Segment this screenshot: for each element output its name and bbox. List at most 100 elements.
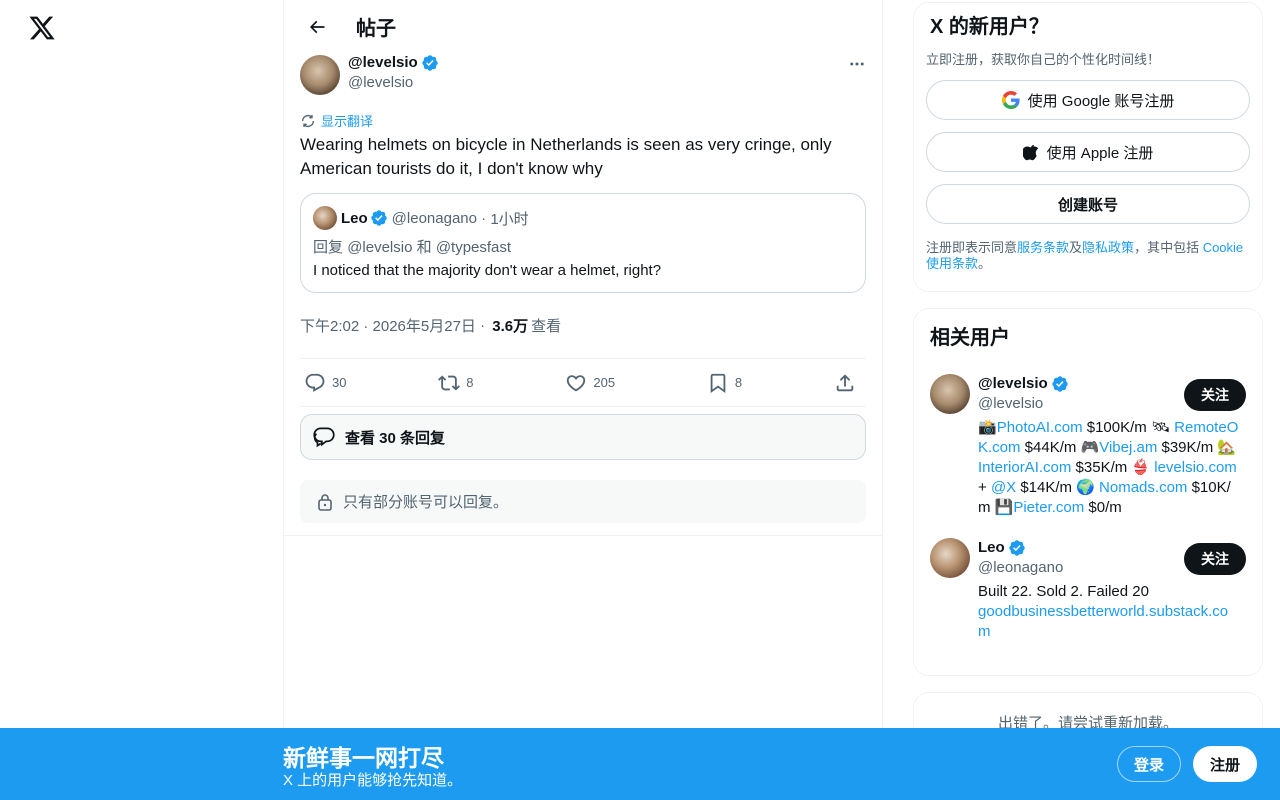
apple-signup-label: 使用 Apple 注册 (1046, 144, 1154, 162)
like-count: 205 (593, 375, 616, 390)
related-user-bio: Built 22. Sold 2. Failed 20 goodbusiness… (978, 582, 1240, 642)
reply-to-typesfast: @typesfast (435, 239, 512, 256)
bio-text: $39K/m 🏡 (1157, 439, 1237, 456)
signup-card: X 的新用户？ 立即注册，获取你自己的个性化时间线！ 使用 Google 账号注… (913, 2, 1263, 292)
related-user-bio: 📸PhotoAI.com $100K/m 🛰 RemoteOK.com $44K… (978, 418, 1240, 518)
bio-link[interactable]: levelsio.com (1154, 459, 1237, 476)
reply-count: 30 (332, 375, 347, 390)
create-account-label: 创建账号 (1057, 196, 1118, 214)
quote-text: I noticed that the majority don't wear a… (313, 262, 662, 279)
restricted-label: 只有部分账号可以回复。 (343, 494, 509, 511)
left-rail (0, 0, 284, 800)
repost-icon (438, 375, 461, 390)
apple-signup-button[interactable]: 使用 Apple 注册 (926, 132, 1250, 172)
x-logo-icon[interactable] (28, 14, 56, 42)
quote-avatar (313, 206, 337, 230)
related-user-bio-link[interactable]: goodbusinessbetterworld.substack.com (978, 603, 1228, 640)
divider (284, 535, 882, 536)
related-user-name-text: @levelsio (978, 375, 1048, 392)
quoted-tweet[interactable]: Leo @leonagano · 1小时 回复 @levelsio 和 @typ… (300, 193, 866, 293)
arrow-left-icon (309, 20, 325, 33)
privacy-policy-link[interactable]: 隐私政策 (1082, 240, 1134, 255)
bio-text: $35K/m 👙 (1071, 459, 1155, 476)
register-button[interactable]: 注册 (1193, 746, 1257, 782)
bio-link[interactable]: @X (991, 479, 1016, 496)
reply-to-levelsio: @levelsio (347, 239, 413, 256)
avatar[interactable] (930, 374, 970, 414)
google-icon (1001, 91, 1020, 109)
terms-end: 。 (978, 256, 992, 271)
verified-badge-icon (421, 55, 438, 71)
repost-count: 8 (466, 375, 474, 390)
avatar[interactable] (930, 538, 970, 578)
terms-mid: ，其中包括 (1134, 240, 1203, 255)
bio-text: $44K/m 🎮 (1020, 439, 1100, 456)
author-name[interactable]: @levelsio (348, 53, 439, 73)
reply-restriction-notice: 只有部分账号可以回复。 (300, 480, 866, 523)
translate-link[interactable]: 显示翻译 (300, 111, 866, 130)
quote-time: 1小时 (490, 210, 529, 228)
reply-and: 和 (416, 239, 432, 256)
bookmark-button[interactable]: 8 (707, 372, 742, 394)
quote-handle: @leonagano (391, 209, 477, 227)
related-user[interactable]: Leo @leonagano Built 22. Sold 2. Failed … (930, 538, 1246, 642)
google-signup-button[interactable]: 使用 Google 账号注册 (926, 80, 1250, 120)
login-button[interactable]: 登录 (1117, 746, 1181, 782)
action-bar: 30 8 205 8 (300, 359, 866, 407)
page-header: 帖子 (284, 0, 882, 53)
bio-text: $14K/m 🌍 (1016, 479, 1100, 496)
quote-reply-context: 回复 @levelsio 和 @typesfast (313, 236, 853, 257)
timestamp-separator: · (475, 317, 490, 334)
author-handle[interactable]: @levelsio (348, 73, 439, 93)
like-button[interactable]: 205 (565, 372, 615, 394)
related-users-title: 相关用户 (930, 327, 1010, 349)
google-signup-label: 使用 Google 账号注册 (1027, 92, 1175, 110)
conversation-icon (313, 427, 335, 448)
apple-icon (1022, 144, 1038, 161)
related-user[interactable]: @levelsio @levelsio 📸PhotoAI.com $100K/m… (930, 374, 1246, 518)
signup-banner: 新鲜事一网打尽 X 上的用户能够抢先知道。 登录 注册 (0, 728, 1280, 800)
verified-badge-icon (370, 210, 387, 226)
quote-dot: · (476, 209, 491, 227)
bookmark-count: 8 (734, 375, 743, 390)
bio-text: 📸 (978, 419, 997, 436)
quote-author-name: Leo (341, 209, 368, 227)
bio-link[interactable]: Vibej.am (1099, 439, 1157, 456)
related-user-bio-text: Built 22. Sold 2. Failed 20 (978, 583, 1149, 600)
share-button[interactable] (834, 372, 862, 394)
reply-prefix: 回复 (313, 239, 344, 256)
signup-title: X 的新用户？ (930, 16, 1049, 38)
bio-link[interactable]: Nomads.com (1099, 479, 1187, 496)
bio-link[interactable]: InteriorAI.com (978, 459, 1071, 476)
bio-link[interactable]: Pieter.com (1013, 499, 1084, 516)
heart-icon (567, 374, 586, 391)
banner-subtitle: X 上的用户能够抢先知道。 (283, 772, 463, 789)
follow-button[interactable]: 关注 (1184, 543, 1246, 575)
share-icon (836, 373, 854, 391)
post-timestamp-row: 下午2:02 · 2026年5月27日 · 3.6万 查看 (300, 309, 866, 359)
avatar[interactable] (300, 55, 340, 95)
view-replies-button[interactable]: 查看 30 条回复 (300, 414, 866, 460)
bio-text: + (978, 479, 991, 496)
terms-of-service-link[interactable]: 服务条款 (1017, 240, 1069, 255)
signup-subtitle: 立即注册，获取你自己的个性化时间线！ (926, 52, 1161, 67)
signup-terms: 注册即表示同意服务条款及隐私政策，其中包括 Cookie 使用条款。 (926, 240, 1250, 272)
bio-text: $100K/m 🛰 (1082, 419, 1175, 436)
reply-button[interactable]: 30 (304, 372, 346, 394)
main-column: 帖子 @levelsio @levelsio 显示翻译 Wearing helm… (284, 0, 883, 800)
repost-button[interactable]: 8 (438, 372, 474, 394)
verified-badge-icon (1051, 376, 1068, 392)
related-user-name-text: Leo (978, 539, 1005, 556)
bio-link[interactable]: PhotoAI.com (997, 419, 1083, 436)
terms-prefix: 注册即表示同意 (926, 240, 1018, 255)
follow-button[interactable]: 关注 (1184, 379, 1246, 411)
more-options-button[interactable] (840, 47, 874, 81)
back-button[interactable] (300, 10, 334, 44)
create-account-button[interactable]: 创建账号 (926, 184, 1250, 224)
post-author-row: @levelsio @levelsio (300, 53, 866, 101)
quote-header: Leo @leonagano · 1小时 (313, 206, 853, 230)
view-replies-label: 查看 30 条回复 (345, 429, 446, 447)
bookmark-icon (710, 373, 726, 393)
post-timestamp[interactable]: 下午2:02 · 2026年5月27日 (300, 315, 476, 336)
views-count: 3.6万 (492, 318, 529, 335)
